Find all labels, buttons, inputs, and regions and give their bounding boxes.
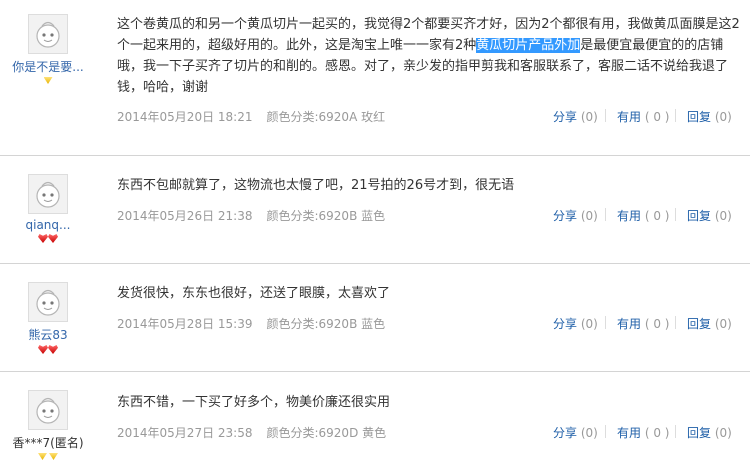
reviewer-name[interactable]: 你是不是要... xyxy=(0,58,96,75)
useful-label[interactable]: 有用 xyxy=(617,110,641,124)
useful-count: ( 0 ) xyxy=(644,209,670,223)
review-meta: 2014年05月20日 18:21 颜色分类:6920A 玫红 xyxy=(117,108,385,125)
diamond-icon xyxy=(38,453,47,460)
share-label[interactable]: 分享 xyxy=(553,209,577,223)
reviewer-name[interactable]: 熊云83 xyxy=(0,326,96,343)
share-count: (0) xyxy=(580,426,598,440)
useful-button[interactable]: 有用 ( 0 ) xyxy=(617,207,669,224)
review-text: 东西不包邮就算了，这物流也太慢了吧，21号拍的26号才到，很无语 xyxy=(117,178,515,193)
review-text: 东西不错，一下买了好多个，物美价廉还很实用 xyxy=(117,395,391,410)
reply-button[interactable]: 回复 (0) xyxy=(687,108,732,125)
reviewer-info: 香***7(匿名) xyxy=(0,390,96,464)
reply-label[interactable]: 回复 xyxy=(687,209,711,223)
heart-icon xyxy=(48,345,58,354)
share-button[interactable]: 分享 (0) xyxy=(553,424,598,441)
share-label[interactable]: 分享 xyxy=(553,426,577,440)
action-divider xyxy=(605,208,606,221)
sku-info: 颜色分类:6920B 蓝色 xyxy=(266,317,386,331)
default-avatar-icon xyxy=(36,21,60,48)
diamond-icon xyxy=(49,453,58,460)
action-divider xyxy=(675,109,676,122)
review-item: 熊云83 发货很快，东东也很好，还送了眼膜，太喜欢了 2014年05月28日 1… xyxy=(0,264,750,371)
avatar[interactable] xyxy=(28,174,68,214)
share-count: (0) xyxy=(580,209,598,223)
avatar[interactable] xyxy=(28,14,68,54)
action-divider xyxy=(675,208,676,221)
buyer-credit-badge xyxy=(0,77,96,88)
avatar[interactable] xyxy=(28,390,68,430)
sku-info: 颜色分类:6920A 玫红 xyxy=(266,110,386,124)
heart-icon xyxy=(38,345,48,354)
sku-info: 颜色分类:6920B 蓝色 xyxy=(266,209,386,223)
review-content: 东西不包邮就算了，这物流也太慢了吧，21号拍的26号才到，很无语 xyxy=(117,175,741,196)
review-text: 发货很快，东东也很好，还送了眼膜，太喜欢了 xyxy=(117,286,391,301)
reply-button[interactable]: 回复 (0) xyxy=(687,424,732,441)
share-label[interactable]: 分享 xyxy=(553,110,577,124)
default-avatar-icon xyxy=(36,181,60,208)
useful-button[interactable]: 有用 ( 0 ) xyxy=(617,315,669,332)
reply-label[interactable]: 回复 xyxy=(687,317,711,331)
review-content: 发货很快，东东也很好，还送了眼膜，太喜欢了 xyxy=(117,283,741,304)
review-date: 2014年05月28日 15:39 xyxy=(117,317,253,331)
useful-count: ( 0 ) xyxy=(644,426,670,440)
reviewer-info: 熊云83 xyxy=(0,282,96,356)
reviewer-name: 香***7(匿名) xyxy=(12,436,84,450)
reply-count: (0) xyxy=(714,426,732,440)
useful-button[interactable]: 有用 ( 0 ) xyxy=(617,108,669,125)
review-date: 2014年05月27日 23:58 xyxy=(117,426,253,440)
reply-button[interactable]: 回复 (0) xyxy=(687,315,732,332)
action-divider xyxy=(675,425,676,438)
action-divider xyxy=(605,109,606,122)
selected-text: 黄瓜切片产品外加 xyxy=(476,38,581,53)
review-content: 东西不错，一下买了好多个，物美价廉还很实用 xyxy=(117,392,741,413)
review-date: 2014年05月26日 21:38 xyxy=(117,209,253,223)
default-avatar-icon xyxy=(36,397,60,424)
reviewer-info: qianq... xyxy=(0,174,96,245)
reply-count: (0) xyxy=(714,110,732,124)
review-date: 2014年05月20日 18:21 xyxy=(117,110,253,124)
useful-count: ( 0 ) xyxy=(644,317,670,331)
share-button[interactable]: 分享 (0) xyxy=(553,207,598,224)
useful-label[interactable]: 有用 xyxy=(617,426,641,440)
sku-info: 颜色分类:6920D 黄色 xyxy=(266,426,387,440)
reply-button[interactable]: 回复 (0) xyxy=(687,207,732,224)
review-item: qianq... 东西不包邮就算了，这物流也太慢了吧，21号拍的26号才到，很无… xyxy=(0,156,750,263)
share-count: (0) xyxy=(580,110,598,124)
review-content: 这个卷黄瓜的和另一个黄瓜切片一起买的，我觉得2个都要买齐才好，因为2个都很有用，… xyxy=(117,14,741,98)
review-item: 你是不是要... 这个卷黄瓜的和另一个黄瓜切片一起买的，我觉得2个都要买齐才好，… xyxy=(0,0,750,155)
reviewer-name[interactable]: qianq... xyxy=(0,218,96,232)
review-item: 香***7(匿名) 东西不错，一下买了好多个，物美价廉还很实用 2014年05月… xyxy=(0,372,750,471)
useful-label[interactable]: 有用 xyxy=(617,317,641,331)
review-meta: 2014年05月26日 21:38 颜色分类:6920B 蓝色 xyxy=(117,207,385,224)
share-count: (0) xyxy=(580,317,598,331)
diamond-icon xyxy=(43,77,53,84)
reply-label[interactable]: 回复 xyxy=(687,110,711,124)
buyer-credit-badge xyxy=(0,234,96,245)
share-button[interactable]: 分享 (0) xyxy=(553,108,598,125)
share-button[interactable]: 分享 (0) xyxy=(553,315,598,332)
share-label[interactable]: 分享 xyxy=(553,317,577,331)
avatar[interactable] xyxy=(28,282,68,322)
useful-button[interactable]: 有用 ( 0 ) xyxy=(617,424,669,441)
heart-icon xyxy=(48,234,58,243)
action-divider xyxy=(605,425,606,438)
review-meta: 2014年05月27日 23:58 颜色分类:6920D 黄色 xyxy=(117,424,386,441)
heart-icon xyxy=(38,234,48,243)
useful-count: ( 0 ) xyxy=(644,110,670,124)
action-divider xyxy=(605,316,606,329)
default-avatar-icon xyxy=(36,289,60,316)
useful-label[interactable]: 有用 xyxy=(617,209,641,223)
buyer-credit-badge xyxy=(0,345,96,356)
reply-count: (0) xyxy=(714,317,732,331)
action-divider xyxy=(675,316,676,329)
reviewer-info: 你是不是要... xyxy=(0,14,96,88)
reply-label[interactable]: 回复 xyxy=(687,426,711,440)
buyer-credit-badge xyxy=(0,453,96,464)
review-meta: 2014年05月28日 15:39 颜色分类:6920B 蓝色 xyxy=(117,315,385,332)
reply-count: (0) xyxy=(714,209,732,223)
